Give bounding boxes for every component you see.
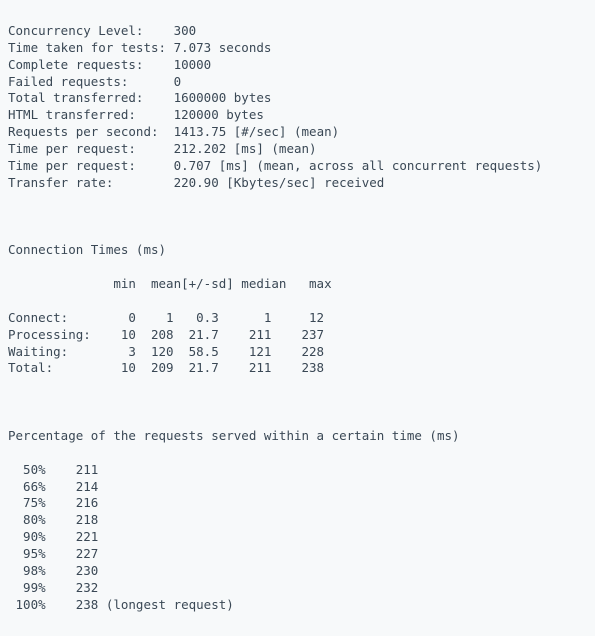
percentage-row: 90% 221 xyxy=(8,529,587,546)
connection-times-row: Total: 10 209 21.7 211 238 xyxy=(8,360,587,377)
percentage-row: 75% 216 xyxy=(8,495,587,512)
percentage-row: 50% 211 xyxy=(8,462,587,479)
summary-value: 0 xyxy=(174,74,182,89)
summary-label: HTML transferred: xyxy=(8,107,174,122)
summary-label: Total transferred: xyxy=(8,90,174,105)
summary-row: Concurrency Level: 300 xyxy=(8,23,587,40)
percentage-row: 99% 232 xyxy=(8,580,587,597)
connection-times-row: Connect: 0 1 0.3 1 12 xyxy=(8,310,587,327)
summary-value: 212.202 [ms] (mean) xyxy=(174,141,317,156)
summary-value: 220.90 [Kbytes/sec] received xyxy=(174,175,385,190)
summary-label: Requests per second: xyxy=(8,124,174,139)
blank-line xyxy=(8,394,587,411)
connection-times-header: min mean[+/-sd] median max xyxy=(8,276,587,293)
summary-row: Requests per second: 1413.75 [#/sec] (me… xyxy=(8,124,587,141)
summary-value: 1413.75 [#/sec] (mean) xyxy=(174,124,340,139)
summary-label: Complete requests: xyxy=(8,57,174,72)
percentage-row: 95% 227 xyxy=(8,546,587,563)
percentage-row: 80% 218 xyxy=(8,512,587,529)
summary-label: Failed requests: xyxy=(8,74,174,89)
summary-row: Complete requests: 10000 xyxy=(8,57,587,74)
summary-row: Transfer rate: 220.90 [Kbytes/sec] recei… xyxy=(8,175,587,192)
blank-line xyxy=(8,209,587,226)
connection-times-heading: Connection Times (ms) xyxy=(8,242,587,259)
connection-times-row: Waiting: 3 120 58.5 121 228 xyxy=(8,344,587,361)
summary-block: Concurrency Level: 300Time taken for tes… xyxy=(8,23,587,192)
summary-value: 7.073 seconds xyxy=(174,40,272,55)
summary-row: HTML transferred: 120000 bytes xyxy=(8,107,587,124)
summary-row: Failed requests: 0 xyxy=(8,74,587,91)
summary-row: Total transferred: 1600000 bytes xyxy=(8,90,587,107)
connection-times-rows: Connect: 0 1 0.3 1 12Processing: 10 208 … xyxy=(8,310,587,378)
summary-value: 10000 xyxy=(174,57,212,72)
percentage-heading: Percentage of the requests served within… xyxy=(8,428,587,445)
summary-label: Transfer rate: xyxy=(8,175,174,190)
summary-row: Time per request: 212.202 [ms] (mean) xyxy=(8,141,587,158)
percentage-row: 98% 230 xyxy=(8,563,587,580)
summary-label: Time per request: xyxy=(8,158,174,173)
percentage-rows: 50% 211 66% 214 75% 216 80% 218 90% 221 … xyxy=(8,462,587,614)
summary-label: Concurrency Level: xyxy=(8,23,174,38)
summary-value: 0.707 [ms] (mean, across all concurrent … xyxy=(174,158,543,173)
percentage-row: 100% 238 (longest request) xyxy=(8,597,587,614)
summary-label: Time per request: xyxy=(8,141,174,156)
summary-label: Time taken for tests: xyxy=(8,40,174,55)
summary-row: Time per request: 0.707 [ms] (mean, acro… xyxy=(8,158,587,175)
connection-times-row: Processing: 10 208 21.7 211 237 xyxy=(8,327,587,344)
percentage-row: 66% 214 xyxy=(8,479,587,496)
summary-row: Time taken for tests: 7.073 seconds xyxy=(8,40,587,57)
ab-output: Concurrency Level: 300Time taken for tes… xyxy=(0,0,595,636)
summary-value: 1600000 bytes xyxy=(174,90,272,105)
summary-value: 120000 bytes xyxy=(174,107,264,122)
summary-value: 300 xyxy=(174,23,197,38)
